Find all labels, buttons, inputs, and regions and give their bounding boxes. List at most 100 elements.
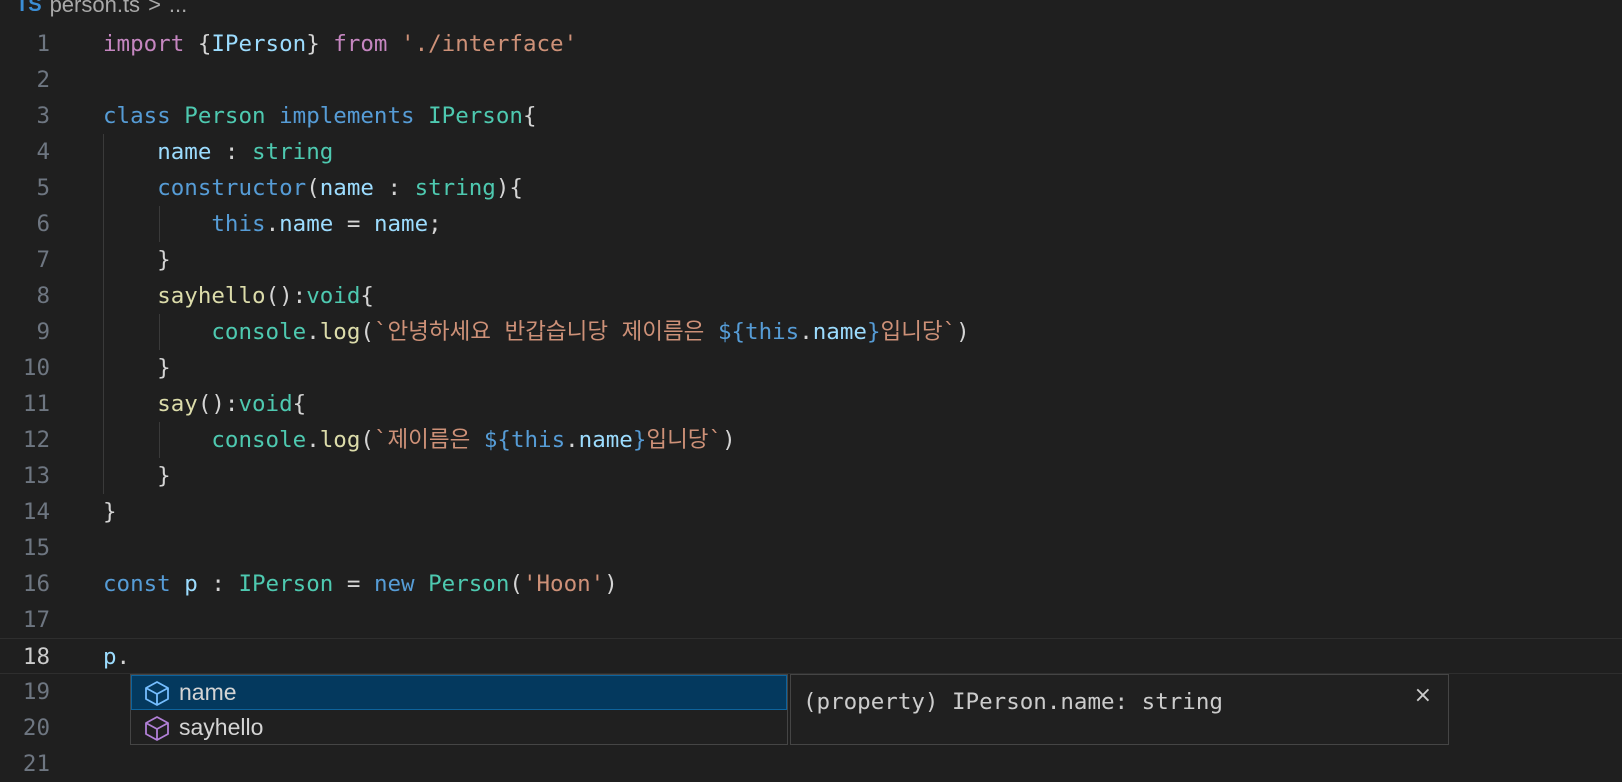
code-line[interactable]: 16 const p : IPerson = new Person('Hoon')	[0, 566, 1622, 602]
code-token: .	[799, 319, 813, 345]
suggest-item-label: name	[179, 679, 237, 705]
code-token: string	[414, 175, 496, 201]
code-token: string	[252, 139, 334, 165]
line-number: 17	[22, 607, 50, 633]
code-token: :	[211, 139, 253, 165]
code-token: const	[103, 571, 171, 597]
breadcrumb-separator: >	[148, 0, 161, 17]
breadcrumb-rest[interactable]: ...	[169, 0, 187, 18]
property-icon	[145, 680, 169, 706]
code-token: this	[510, 427, 566, 453]
code-token: this	[745, 319, 800, 345]
line-number: 6	[36, 211, 50, 237]
code-token: )	[604, 571, 618, 597]
suggest-item-label: sayhello	[179, 714, 264, 740]
code-line[interactable]: 1 import {IPerson} from './interface'	[0, 26, 1622, 62]
code-token: 입니당`	[880, 319, 957, 345]
code-line[interactable]: 18 p.	[0, 638, 1622, 674]
suggest-details: (property) IPerson.name: string ×	[790, 674, 1449, 745]
code-token: )	[956, 319, 970, 345]
suggest-item-sayhello[interactable]: sayhello	[131, 710, 787, 745]
code-token: ;	[428, 211, 442, 237]
code-token: .	[306, 319, 320, 345]
code-token: ${	[717, 319, 746, 345]
code-token: =	[333, 571, 374, 597]
line-number: 10	[22, 355, 50, 381]
line-number: 4	[36, 139, 50, 165]
code-token: )	[722, 427, 736, 453]
code-token: p	[184, 571, 198, 597]
code-token: {	[292, 391, 307, 417]
code-text: class Person implements IPerson{	[103, 98, 537, 134]
code-token: .	[116, 644, 131, 670]
code-line[interactable]: 9 console.log(`안녕하세요 반갑습니당 제이름은 ${this.n…	[0, 314, 1622, 350]
code-token: this	[211, 211, 266, 237]
suggest-item-name[interactable]: name	[131, 675, 787, 710]
code-token: IPerson	[211, 31, 307, 57]
code-text: say():void{	[103, 386, 306, 422]
code-token: {	[360, 283, 374, 309]
line-number: 1	[36, 31, 50, 57]
code-token: void	[306, 283, 361, 309]
line-number: 8	[36, 283, 50, 309]
code-text: name : string	[103, 134, 333, 170]
code-line[interactable]: 13 }	[0, 458, 1622, 494]
line-number: 2	[36, 67, 50, 93]
code-line[interactable]: 14}	[0, 494, 1622, 530]
code-token: log	[319, 427, 361, 453]
suggest-detail-signature: (property) IPerson.name: string	[803, 689, 1223, 715]
code-line[interactable]: 17	[0, 602, 1622, 638]
code-line[interactable]: 3 class Person implements IPerson{	[0, 98, 1622, 134]
code-text: const p : IPerson = new Person('Hoon')	[103, 566, 618, 602]
code-token: .	[265, 211, 280, 237]
line-number: 11	[22, 391, 50, 417]
code-line[interactable]: 21	[0, 746, 1622, 782]
code-line[interactable]: 10 }	[0, 350, 1622, 386]
code-token: sayhello	[157, 283, 266, 309]
code-text: }	[103, 350, 171, 386]
code-token: }	[103, 463, 171, 489]
code-token: =	[333, 211, 374, 237]
code-token: (	[360, 319, 374, 345]
code-line[interactable]: 6 this.name = name;	[0, 206, 1622, 242]
indent-guide	[159, 206, 160, 242]
code-token: import	[103, 31, 185, 57]
code-line[interactable]: 4 name : string	[0, 134, 1622, 170]
code-line[interactable]: 12 console.log(`제이름은 ${this.name}입니당`)	[0, 422, 1622, 458]
code-token: Person	[428, 571, 510, 597]
code-line[interactable]: 15	[0, 530, 1622, 566]
code-token: ():	[197, 391, 239, 417]
code-text: sayhello():void{	[103, 278, 374, 314]
code-token: constructor	[157, 175, 307, 201]
suggest-widget[interactable]: name sayhello	[130, 674, 788, 745]
code-text: }	[103, 494, 117, 530]
code-text: this.name = name;	[103, 206, 442, 242]
code-line[interactable]: 7 }	[0, 242, 1622, 278]
code-token: implements	[279, 103, 415, 129]
code-token: './interface'	[401, 31, 578, 57]
line-number: 9	[36, 319, 50, 345]
line-number: 18	[22, 644, 50, 670]
code-token: name	[812, 319, 867, 345]
breadcrumb-file[interactable]: person.ts	[50, 0, 141, 18]
code-token: .	[306, 427, 320, 453]
code-token: `제이름은	[373, 427, 484, 453]
code-editor[interactable]: 1 import {IPerson} from './interface' 2 3 cl…	[0, 26, 1622, 782]
code-token: name	[279, 211, 334, 237]
code-token: {	[522, 103, 537, 129]
code-token: name	[157, 139, 212, 165]
code-line[interactable]: 11 say():void{	[0, 386, 1622, 422]
code-token: name	[578, 427, 633, 453]
line-number: 15	[22, 535, 50, 561]
close-icon[interactable]: ×	[1414, 683, 1432, 708]
code-line[interactable]: 5 constructor(name : string){	[0, 170, 1622, 206]
code-line[interactable]: 2	[0, 62, 1622, 98]
code-token: ){	[495, 175, 523, 201]
code-line[interactable]: 8 sayhello():void{	[0, 278, 1622, 314]
